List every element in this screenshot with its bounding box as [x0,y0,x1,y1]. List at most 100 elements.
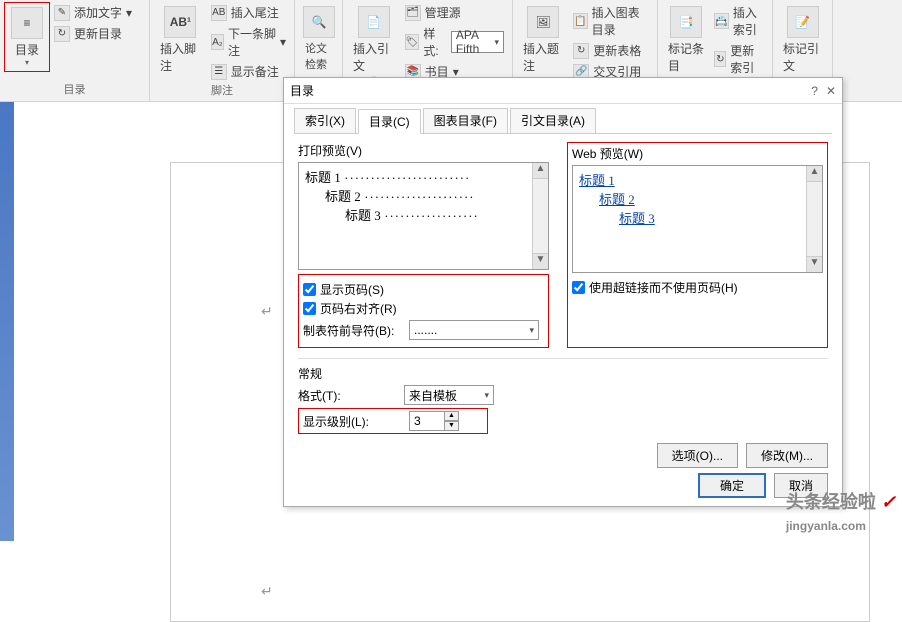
ribbon-group-toc: ≡ 目录 ▾ ✎ 添加文字 ▾ ↻ 更新目录 目录 [0,0,150,101]
show-notes-button[interactable]: ☰ 显示备注 [207,61,290,82]
mark-entry-button[interactable]: 📑 标记条目 [662,2,710,78]
options-button[interactable]: 选项(O)... [657,443,738,468]
update-toc-button[interactable]: ↻ 更新目录 [50,23,136,44]
show-levels-label: 显示级别(L): [303,413,403,430]
watermark-text: 头条经验啦 [786,492,876,512]
endnote-icon: AB [211,5,227,21]
tab-index[interactable]: 索引(X) [294,108,356,133]
update-index-button[interactable]: ↻ 更新索引 [710,40,768,78]
use-hyperlinks-checkbox[interactable]: 使用超链接而不使用页码(H) [572,279,823,296]
help-button[interactable]: ? [811,84,818,98]
insert-endnote-label: 插入尾注 [231,4,279,21]
show-levels-spinner[interactable]: ▲ ▼ [409,411,459,431]
show-levels-row: 显示级别(L): ▲ ▼ [298,408,488,434]
mark-entry-icon: 📑 [670,6,702,38]
print-preview-box: 标题 1 ........................ 1 标题 2 ...… [298,162,549,270]
close-button[interactable]: ✕ [826,84,836,98]
scroll-up-icon[interactable]: ▲ [807,166,822,182]
tab-toc[interactable]: 目录(C) [358,109,421,134]
add-text-button[interactable]: ✎ 添加文字 ▾ [50,2,136,23]
tab-leader-value: ....... [414,323,437,337]
dialog-title: 目录 [290,82,314,99]
web-preview-link[interactable]: 标题 3 [579,208,816,227]
tab-leader-select[interactable]: ....... ▾ [409,320,539,340]
show-notes-label: 显示备注 [231,63,279,80]
format-value: 来自模板 [409,387,457,404]
insert-caption-button[interactable]: 🖼 插入题注 [517,2,569,78]
fig-toc-label: 插入图表目录 [592,4,649,38]
citation-icon: 📄 [358,6,390,38]
next-footnote-button[interactable]: A₂ 下一条脚注 ▾ [207,23,290,61]
add-text-label: 添加文字 [74,4,122,21]
ribbon-group-footnote: AB¹ 插入脚注 AB 插入尾注 A₂ 下一条脚注 ▾ ☰ 显示备注 脚注 [150,0,295,101]
update-table-button[interactable]: ↻ 更新表格 [569,40,653,61]
citation-style-row[interactable]: 🏷 样式: APA Fifth ▾ [401,23,508,61]
divider [298,358,828,359]
checkbox[interactable] [572,281,585,294]
tab-fig[interactable]: 图表目录(F) [423,108,508,133]
checkbox[interactable] [303,283,316,296]
paragraph-mark: ↵ [261,583,273,600]
checkbox-label: 使用超链接而不使用页码(H) [589,279,738,296]
style-icon: 🏷 [405,34,420,50]
next-footnote-icon: A₂ [211,34,224,50]
manage-sources-button[interactable]: 🗂 管理源 [401,2,508,23]
show-levels-input[interactable] [409,411,445,431]
insert-citation-label: 插入引文 [353,40,395,74]
scrollbar[interactable]: ▲ ▼ [532,163,548,269]
right-align-checkbox[interactable]: 页码右对齐(R) [303,300,544,317]
insert-footnote-label: 插入脚注 [160,40,201,74]
mark-citation-button[interactable]: 📝 标记引文 [777,2,828,78]
spin-up-icon[interactable]: ▲ [445,411,459,421]
insert-endnote-button[interactable]: AB 插入尾注 [207,2,290,23]
format-label: 格式(T): [298,387,398,404]
research-button[interactable]: 🔍 论文检索 [299,2,339,76]
insert-caption-label: 插入题注 [523,40,563,74]
research-icon: 🔍 [303,6,335,38]
chevron-down-icon: ▾ [126,6,132,20]
scrollbar[interactable]: ▲ ▼ [806,166,822,272]
style-combo[interactable]: APA Fifth ▾ [451,31,504,53]
fig-toc-icon: 📋 [573,13,587,29]
research-label: 论文检索 [305,40,333,72]
format-select[interactable]: 来自模板 ▾ [404,385,494,405]
web-preview-link[interactable]: 标题 2 [579,189,816,208]
show-page-numbers-checkbox[interactable]: 显示页码(S) [303,281,544,298]
next-footnote-label: 下一条脚注 [228,25,276,59]
insert-index-button[interactable]: 📇 插入索引 [710,2,768,40]
web-preview-link[interactable]: 标题 1 [579,170,816,189]
checkbox[interactable] [303,302,316,315]
ribbon-group-label: 脚注 [154,82,290,100]
scroll-down-icon[interactable]: ▼ [807,256,822,272]
web-preview-box: 标题 1 标题 2 标题 3 ▲ ▼ [572,165,823,273]
update-toc-label: 更新目录 [74,25,122,42]
dialog-tabs: 索引(X) 目录(C) 图表目录(F) 引文目录(A) [284,104,842,133]
modify-button[interactable]: 修改(M)... [746,443,828,468]
footnote-icon: AB¹ [164,6,196,38]
update-table-label: 更新表格 [593,42,641,59]
insert-citation-button[interactable]: 📄 插入引文 ▾ [347,2,401,87]
show-notes-icon: ☰ [211,64,227,80]
tab-toa[interactable]: 引文目录(A) [510,108,596,133]
toc-button[interactable]: ≡ 目录 ▾ [4,2,50,72]
manage-sources-icon: 🗂 [405,5,421,21]
mark-citation-label: 标记引文 [783,40,822,74]
toc-button-label: 目录 [15,41,39,58]
toc-title: 标题 3 [345,205,381,224]
toc-dots: .................. [381,205,536,224]
toc-title: 标题 1 [305,167,341,186]
scroll-down-icon[interactable]: ▼ [533,253,548,269]
paragraph-mark: ↵ [261,303,273,320]
insert-fig-toc-button[interactable]: 📋 插入图表目录 [569,2,653,40]
caption-icon: 🖼 [527,6,559,38]
print-preview-label: 打印预览(V) [298,142,549,159]
web-preview-label: Web 预览(W) [572,145,823,162]
tab-leader-label: 制表符前导符(B): [303,322,403,339]
chevron-down-icon: ▾ [484,390,489,401]
toc-icon: ≡ [11,7,43,39]
insert-footnote-button[interactable]: AB¹ 插入脚注 [154,2,207,78]
scroll-up-icon[interactable]: ▲ [533,163,548,179]
spin-down-icon[interactable]: ▼ [445,421,459,431]
ok-button[interactable]: 确定 [698,473,766,498]
check-icon: ✓ [881,492,896,512]
